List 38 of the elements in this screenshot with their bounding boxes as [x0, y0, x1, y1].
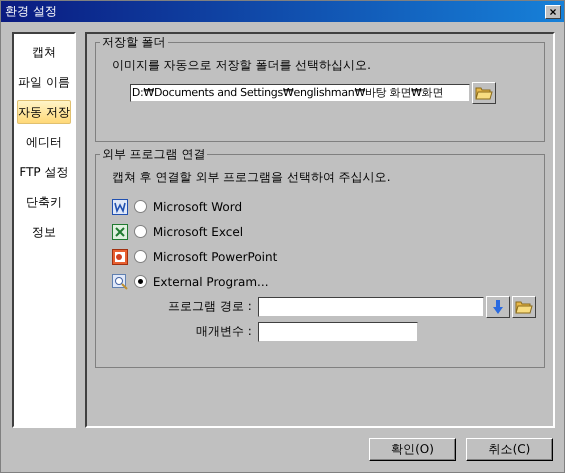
- field-label: 프로그램 경로 :: [167, 298, 253, 315]
- dialog-button[interactable]: 확인(O): [369, 438, 456, 461]
- magnifier-icon: [112, 274, 128, 290]
- description-text: 캡쳐 후 연결할 외부 프로그램을 선택하여 주십시오.: [112, 169, 392, 186]
- browse-folder-button[interactable]: [472, 82, 496, 104]
- radio-button[interactable]: [134, 275, 147, 288]
- browse-folder-button[interactable]: [512, 296, 536, 318]
- sidebar-item[interactable]: FTP 설정: [17, 160, 71, 184]
- sidebar-item[interactable]: 정보: [17, 220, 71, 244]
- spreadsheet-icon: [112, 224, 128, 240]
- folder-path-field[interactable]: D:₩Documents and Settings₩englishman₩바탕 화면₩화면: [130, 84, 470, 102]
- close-button[interactable]: ×: [545, 4, 561, 18]
- sidebar-item[interactable]: 에디터: [17, 130, 71, 154]
- down-arrow-icon: [492, 300, 503, 314]
- folder-icon: [514, 300, 533, 314]
- sidebar-item[interactable]: 단축키: [17, 190, 71, 214]
- window-title: 환경 설정: [5, 3, 57, 20]
- download-button[interactable]: [486, 296, 510, 318]
- option-label: Microsoft PowerPoint: [152, 250, 278, 264]
- sidebar-item[interactable]: 자동 저장: [17, 100, 71, 124]
- group-legend: 저장할 폴더: [100, 34, 168, 51]
- sidebar-item[interactable]: 캡쳐: [17, 40, 71, 64]
- parameters-field[interactable]: [258, 322, 418, 342]
- radio-button[interactable]: [134, 200, 147, 213]
- folder-icon: [474, 86, 493, 100]
- group-legend: 외부 프로그램 연결: [100, 146, 208, 163]
- option-label: Microsoft Excel: [152, 224, 244, 238]
- radio-button[interactable]: [134, 250, 147, 263]
- field-label: 매개변수 :: [194, 323, 253, 340]
- dialog-button[interactable]: 취소(C): [466, 438, 553, 461]
- radio-button[interactable]: [134, 225, 147, 238]
- option-label: External Program...: [152, 274, 269, 288]
- presentation-icon: [112, 248, 128, 264]
- document-icon: [112, 198, 128, 214]
- option-label: Microsoft Word: [152, 200, 242, 214]
- program-path-field[interactable]: [258, 296, 484, 316]
- sidebar-item[interactable]: 파일 이름: [17, 70, 71, 94]
- description-text: 이미지를 자동으로 저장할 폴더를 선택하십시오.: [112, 57, 372, 74]
